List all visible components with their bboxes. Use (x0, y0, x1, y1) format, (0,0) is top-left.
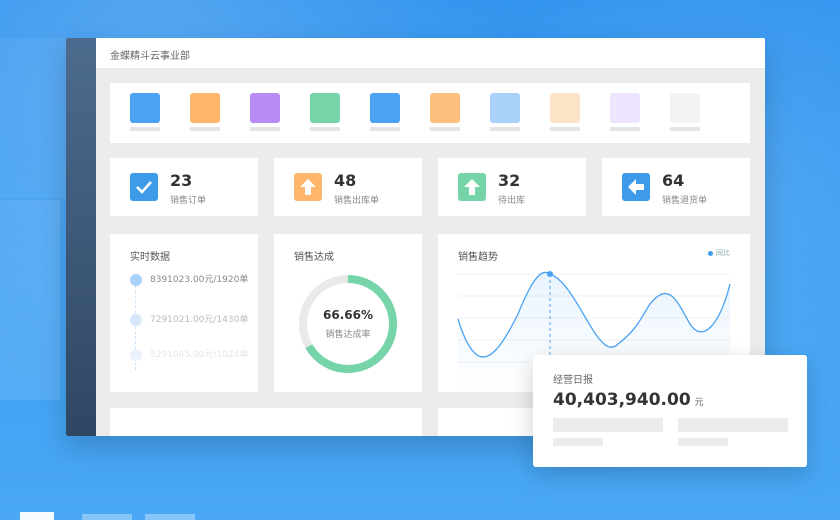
reflection-block (20, 512, 54, 520)
stat-label: 待出库 (498, 196, 526, 206)
window-header: 金蝶精斗云事业部 (96, 38, 765, 69)
app-tile-5-label-placeholder (370, 127, 400, 131)
realtime-item-text: 8391023.00元/1920单 (150, 275, 249, 285)
arrow-up-icon (294, 173, 322, 201)
report-title: 经营日报 (553, 375, 593, 386)
app-tile-8[interactable] (550, 93, 580, 123)
donut-percent: 66.66% (323, 308, 373, 322)
placeholder-bar (553, 438, 603, 446)
sidebar (66, 38, 96, 436)
app-tile-2[interactable] (190, 93, 220, 123)
report-amount: 40,403,940.00 (553, 390, 691, 410)
stat-card-sales-returns[interactable]: 64 销售退货单 (602, 158, 750, 216)
arrow-up-icon (458, 173, 486, 201)
donut-caption: 销售达成率 (325, 330, 371, 340)
app-tile-7[interactable] (490, 93, 520, 123)
app-tile-6[interactable] (430, 93, 460, 123)
stat-value: 32 (498, 171, 521, 190)
arrow-left-icon (622, 173, 650, 201)
app-tile-5[interactable] (370, 93, 400, 123)
stat-card-sales-outbound[interactable]: 48 销售出库单 (274, 158, 422, 216)
app-tile-1[interactable] (130, 93, 160, 123)
stat-label: 销售出库单 (334, 196, 380, 206)
placeholder-bar (678, 438, 728, 446)
app-tile-2-label-placeholder (190, 127, 220, 131)
daily-report-card[interactable]: 经营日报 40,403,940.00 元 (533, 355, 807, 467)
placeholder-bar (553, 418, 663, 432)
placeholder-bar (678, 418, 788, 432)
stat-value: 64 (662, 171, 685, 190)
stat-label: 销售退货单 (662, 196, 708, 206)
app-tile-3[interactable] (250, 93, 280, 123)
stat-card-pending-outbound[interactable]: 32 待出库 (438, 158, 586, 216)
sales-target-panel: 销售达成 66.66% 销售达成率 (274, 234, 422, 392)
app-tile-3-label-placeholder (250, 127, 280, 131)
app-tile-4[interactable] (310, 93, 340, 123)
app-tile-7-label-placeholder (490, 127, 520, 131)
report-value: 40,403,940.00 元 (553, 390, 704, 410)
app-tile-6-label-placeholder (430, 127, 460, 131)
reflection-block (82, 514, 132, 520)
app-tile-4-label-placeholder (310, 127, 340, 131)
window-title: 金蝶精斗云事业部 (110, 51, 190, 62)
realtime-panel: 实时数据 8391023.00元/1920单 7291021.00元/1430单… (110, 234, 258, 392)
trend-highlight-point (547, 271, 553, 277)
reflection-block (145, 514, 195, 520)
stat-label: 销售订单 (170, 196, 207, 206)
stat-value: 48 (334, 171, 357, 190)
app-tile-9[interactable] (610, 93, 640, 123)
background-block (0, 200, 60, 400)
background-block (0, 38, 66, 198)
timeline-dot (130, 349, 142, 361)
bottom-card (110, 408, 422, 436)
app-tile-1-label-placeholder (130, 127, 160, 131)
stat-value: 23 (170, 171, 193, 190)
panel-title: 实时数据 (130, 252, 170, 263)
checkmark-icon (130, 173, 158, 201)
app-tile-9-label-placeholder (610, 127, 640, 131)
realtime-item-text: 7291021.00元/1430单 (150, 315, 249, 325)
app-tile-8-label-placeholder (550, 127, 580, 131)
report-unit: 元 (694, 398, 704, 408)
stat-card-sales-orders[interactable]: 23 销售订单 (110, 158, 258, 216)
app-tile-10[interactable] (670, 93, 700, 123)
timeline-dot (130, 314, 142, 326)
app-tile-10-label-placeholder (670, 127, 700, 131)
timeline-dot (130, 274, 142, 286)
realtime-item-text: 5291045.00元/1024单 (150, 350, 249, 360)
app-tiles-card (110, 83, 750, 143)
